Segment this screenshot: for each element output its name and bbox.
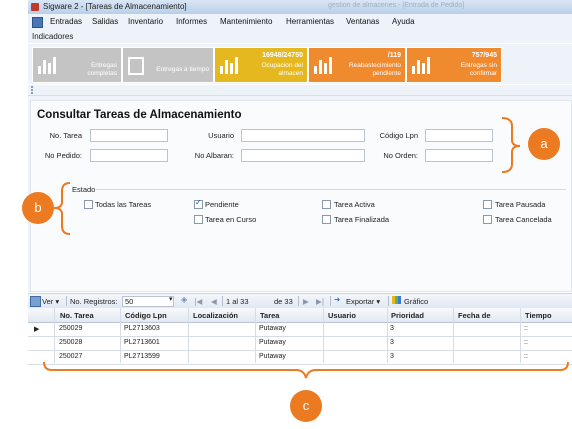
brace-a [501, 117, 521, 173]
callout-b: b [22, 192, 54, 224]
callout-a: a [528, 128, 560, 160]
annotation-overlay [43, 117, 569, 379]
brace-b [53, 182, 71, 235]
brace-c [43, 361, 569, 379]
callout-c: c [290, 390, 322, 422]
